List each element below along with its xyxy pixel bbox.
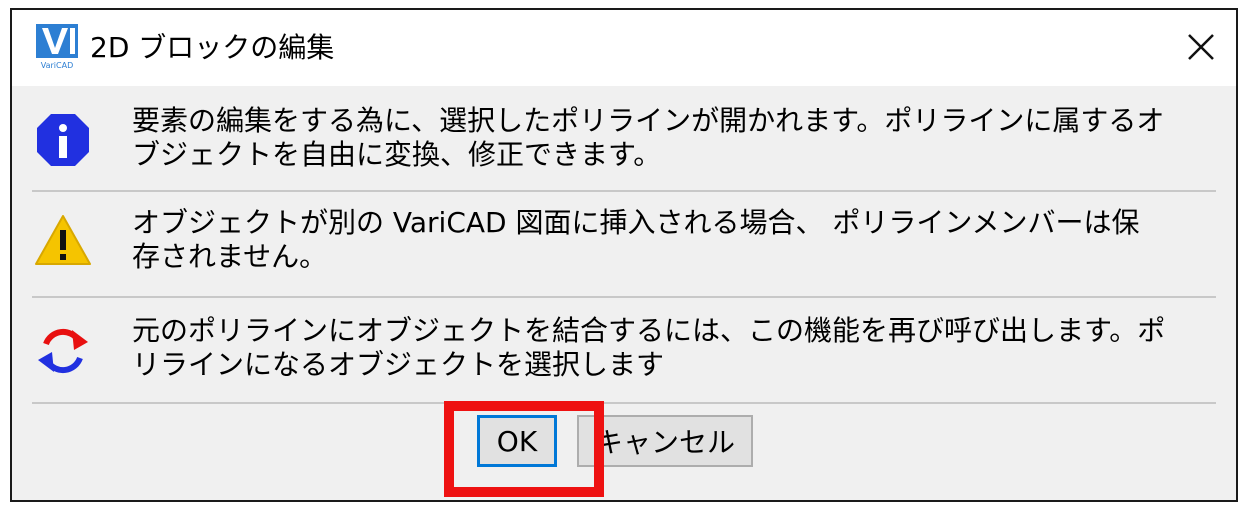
message-row-info: 要素の編集をする為に、選択したポリラインが開かれます。ポリラインに属するオ ブジ… xyxy=(12,96,1236,196)
message-row-warning: オブジェクトが別の VariCAD 図面に挿入される場合、 ポリラインメンバーは… xyxy=(12,200,1236,300)
close-icon xyxy=(1188,34,1214,60)
message-text-warning: オブジェクトが別の VariCAD 図面に挿入される場合、 ポリラインメンバーは… xyxy=(132,206,1212,274)
dialog-title: 2D ブロックの編集 xyxy=(90,31,335,64)
info-icon xyxy=(37,114,89,166)
message-text-refresh: 元のポリラインにオブジェクトを結合するには、この機能を再び呼び出します。ポ リラ… xyxy=(132,314,1212,382)
close-button[interactable] xyxy=(1178,24,1224,70)
message-line: オブジェクトが別の VariCAD 図面に挿入される場合、 ポリラインメンバーは… xyxy=(132,206,1140,239)
message-text-info: 要素の編集をする為に、選択したポリラインが開かれます。ポリラインに属するオ ブジ… xyxy=(132,104,1212,172)
separator xyxy=(32,402,1216,404)
cancel-button[interactable]: キャンセル xyxy=(577,415,753,467)
message-line: 存されません。 xyxy=(132,240,328,273)
message-line: 元のポリラインにオブジェクトを結合するには、この機能を再び呼び出します。ポ xyxy=(132,314,1166,347)
refresh-icon xyxy=(38,328,88,374)
separator xyxy=(32,296,1216,298)
ok-button[interactable]: OK xyxy=(477,415,557,467)
message-row-refresh: 元のポリラインにオブジェクトを結合するには、この機能を再び呼び出します。ポ リラ… xyxy=(12,306,1236,406)
message-line: 要素の編集をする為に、選択したポリラインが開かれます。ポリラインに属するオ xyxy=(132,104,1165,137)
separator xyxy=(32,190,1216,192)
message-line: ブジェクトを自由に変換、修正できます。 xyxy=(132,138,662,171)
warning-icon xyxy=(35,215,91,265)
varicad-logo-icon: VariCAD xyxy=(36,24,78,70)
title-bar[interactable]: VariCAD 2D ブロックの編集 xyxy=(12,10,1236,86)
message-line: リラインになるオブジェクトを選択します xyxy=(132,348,665,381)
logo-text: VariCAD xyxy=(41,61,73,70)
